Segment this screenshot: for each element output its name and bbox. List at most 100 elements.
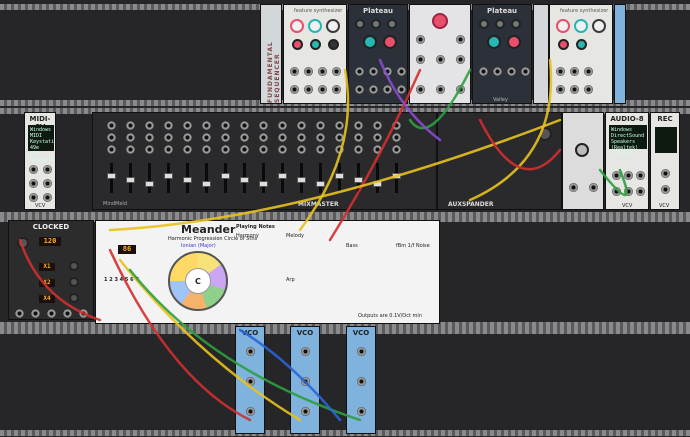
- jack[interactable]: [636, 171, 645, 180]
- jack[interactable]: [145, 133, 154, 142]
- fader[interactable]: [373, 181, 382, 187]
- knob[interactable]: [558, 39, 569, 50]
- knob[interactable]: [575, 143, 589, 157]
- fader[interactable]: [392, 173, 401, 179]
- jack[interactable]: [570, 67, 579, 76]
- jack[interactable]: [297, 133, 306, 142]
- jack[interactable]: [354, 145, 363, 154]
- jack[interactable]: [126, 145, 135, 154]
- module-feature-synth-left[interactable]: feature synthesizer: [283, 4, 347, 104]
- knob[interactable]: [511, 19, 521, 29]
- jack[interactable]: [126, 133, 135, 142]
- module-audio8[interactable]: AUDIO-8 Windows DirectSound Speakers (Re…: [605, 112, 649, 210]
- jack[interactable]: [661, 185, 670, 194]
- jack[interactable]: [335, 121, 344, 130]
- module-midi-cv[interactable]: MIDI-CV Windows MIDI Keystation 49e All …: [24, 112, 56, 210]
- jack[interactable]: [556, 67, 565, 76]
- jack[interactable]: [624, 171, 633, 180]
- jack[interactable]: [355, 85, 364, 94]
- jack[interactable]: [29, 165, 38, 174]
- jack[interactable]: [43, 193, 52, 202]
- jack[interactable]: [107, 121, 116, 130]
- knob[interactable]: [308, 19, 322, 33]
- jack[interactable]: [318, 67, 327, 76]
- jack[interactable]: [290, 67, 299, 76]
- fader[interactable]: [316, 181, 325, 187]
- knob[interactable]: [556, 19, 570, 33]
- jack[interactable]: [202, 133, 211, 142]
- knob[interactable]: [495, 19, 505, 29]
- jack[interactable]: [316, 121, 325, 130]
- jack[interactable]: [278, 145, 287, 154]
- fader[interactable]: [278, 173, 287, 179]
- jack[interactable]: [43, 165, 52, 174]
- jack[interactable]: [107, 145, 116, 154]
- jack[interactable]: [183, 133, 192, 142]
- jack[interactable]: [221, 121, 230, 130]
- fader[interactable]: [164, 173, 173, 179]
- knob[interactable]: [290, 19, 304, 33]
- jack[interactable]: [316, 133, 325, 142]
- knob[interactable]: [69, 261, 79, 271]
- jack[interactable]: [297, 145, 306, 154]
- jack[interactable]: [259, 145, 268, 154]
- jack[interactable]: [278, 133, 287, 142]
- jack[interactable]: [556, 85, 565, 94]
- fader[interactable]: [335, 173, 344, 179]
- module-meander[interactable]: Meander Harmonic Progression Circle of 5…: [95, 220, 440, 324]
- knob[interactable]: [387, 19, 397, 29]
- jack[interactable]: [636, 187, 645, 196]
- jack[interactable]: [521, 67, 530, 76]
- jack[interactable]: [335, 133, 344, 142]
- knob[interactable]: [576, 39, 587, 50]
- knob[interactable]: [538, 127, 552, 141]
- module-panel-mid[interactable]: [562, 112, 604, 210]
- jack[interactable]: [304, 67, 313, 76]
- circle-of-fifths[interactable]: C: [168, 251, 228, 311]
- jack[interactable]: [318, 85, 327, 94]
- jack[interactable]: [507, 67, 516, 76]
- jack[interactable]: [569, 183, 578, 192]
- jack[interactable]: [31, 309, 40, 318]
- module-rec[interactable]: REC VCV: [650, 112, 680, 210]
- jack[interactable]: [183, 121, 192, 130]
- jack[interactable]: [661, 169, 670, 178]
- jack[interactable]: [202, 121, 211, 130]
- jack[interactable]: [456, 55, 465, 64]
- jack[interactable]: [392, 121, 401, 130]
- jack[interactable]: [357, 377, 366, 386]
- jack[interactable]: [164, 145, 173, 154]
- jack[interactable]: [584, 67, 593, 76]
- knob[interactable]: [17, 237, 29, 249]
- jack[interactable]: [29, 179, 38, 188]
- jack[interactable]: [221, 145, 230, 154]
- module-sequencer-center[interactable]: [409, 4, 471, 104]
- jack[interactable]: [183, 145, 192, 154]
- jack[interactable]: [416, 55, 425, 64]
- jack[interactable]: [43, 179, 52, 188]
- knob[interactable]: [355, 19, 365, 29]
- jack[interactable]: [436, 85, 445, 94]
- knob[interactable]: [363, 35, 377, 49]
- module-vco-b[interactable]: VCO: [290, 326, 320, 434]
- fader[interactable]: [240, 177, 249, 183]
- knob[interactable]: [592, 19, 606, 33]
- fader[interactable]: [221, 173, 230, 179]
- jack[interactable]: [354, 133, 363, 142]
- jack[interactable]: [584, 85, 593, 94]
- fader[interactable]: [259, 181, 268, 187]
- jack[interactable]: [221, 133, 230, 142]
- knob[interactable]: [328, 39, 339, 50]
- jack[interactable]: [332, 85, 341, 94]
- fader[interactable]: [183, 177, 192, 183]
- jack[interactable]: [278, 121, 287, 130]
- jack[interactable]: [369, 85, 378, 94]
- jack[interactable]: [357, 347, 366, 356]
- midi-screen[interactable]: Windows MIDI Keystation 49e All channels: [28, 125, 55, 163]
- knob[interactable]: [383, 35, 397, 49]
- jack[interactable]: [369, 67, 378, 76]
- knob[interactable]: [326, 19, 340, 33]
- jack[interactable]: [354, 121, 363, 130]
- jack[interactable]: [164, 121, 173, 130]
- jack[interactable]: [392, 133, 401, 142]
